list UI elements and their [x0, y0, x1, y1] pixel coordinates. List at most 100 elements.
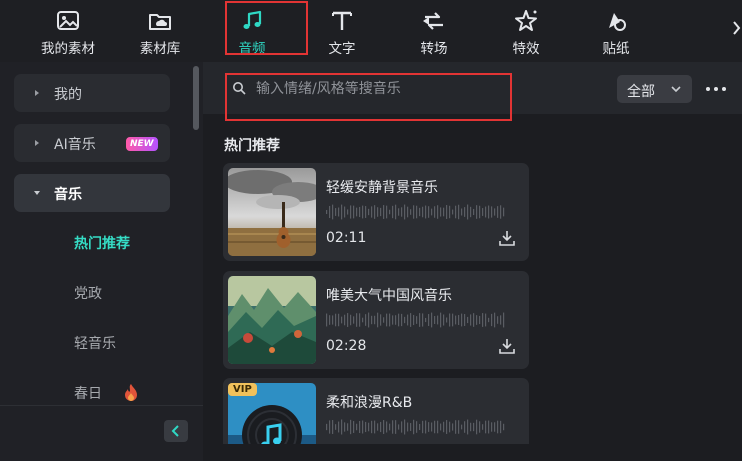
waveform-bar — [434, 420, 436, 434]
waveform-bar — [467, 316, 469, 324]
tab-my-assets[interactable]: 我的素材 — [28, 0, 108, 62]
waveform-bar — [464, 314, 466, 326]
waveform-bar — [461, 208, 463, 216]
track-duration: 02:11 — [326, 230, 367, 246]
waveform-bar — [416, 205, 418, 219]
waveform-bar — [416, 316, 418, 324]
tab-label: 转场 — [420, 41, 448, 57]
waveform-bar — [395, 420, 397, 434]
waveform-bar — [497, 206, 499, 218]
tab-library[interactable]: 素材库 — [120, 0, 200, 62]
tab-sticker[interactable]: 贴纸 — [576, 0, 656, 62]
waveform-bar — [470, 314, 472, 326]
waveform-bar — [353, 316, 355, 324]
waveform-bar — [404, 419, 406, 435]
waveform-bar — [380, 207, 382, 217]
waveform-bar — [332, 204, 334, 220]
sidebar-subitem-party[interactable]: 党政 — [74, 283, 102, 303]
waveform-bar — [422, 420, 424, 434]
waveform-bar — [419, 207, 421, 217]
waveform-bar — [410, 313, 412, 327]
track-title: 唯美大气中国风音乐 — [326, 288, 452, 304]
waveform-bar — [347, 423, 349, 431]
sidebar-subitem-spring[interactable]: 春日 — [74, 383, 102, 403]
new-badge: NEW — [126, 137, 158, 151]
waveform-bar — [395, 315, 397, 325]
waveform-bar — [473, 422, 475, 432]
waveform — [326, 204, 505, 220]
waveform-bar — [407, 206, 409, 218]
waveform-bar — [347, 209, 349, 215]
waveform-bar — [398, 313, 400, 327]
waveform-bar — [455, 205, 457, 219]
sidebar-scrollbar[interactable] — [193, 66, 199, 130]
waveform-bar — [344, 206, 346, 218]
collapse-sidebar-button[interactable] — [164, 420, 188, 442]
waveform-bar — [407, 314, 409, 326]
waveform-bar — [365, 314, 367, 326]
waveform-bar — [494, 312, 496, 328]
waveform-bar — [392, 420, 394, 434]
track-thumbnail — [228, 276, 316, 364]
chevron-left-icon — [171, 425, 179, 437]
waveform-bar — [359, 420, 361, 434]
sidebar-item-music[interactable]: 音乐 — [14, 174, 170, 212]
download-icon[interactable] — [498, 229, 516, 247]
waveform-bar — [470, 422, 472, 432]
waveform-bar — [404, 204, 406, 220]
waveform-bar — [461, 424, 463, 430]
waveform-bar — [371, 315, 373, 325]
waveform-bar — [389, 313, 391, 327]
filter-dropdown[interactable]: 全部 — [617, 75, 692, 103]
waveform-bar — [449, 421, 451, 433]
waveform-bar — [455, 315, 457, 325]
waveform-bar — [488, 420, 490, 434]
track-card[interactable]: 轻缓安静背景音乐 02:11 — [223, 163, 529, 261]
waveform-bar — [500, 315, 502, 325]
waveform-bar — [329, 315, 331, 325]
waveform-bar — [452, 423, 454, 431]
waveform-bar — [476, 419, 478, 435]
waveform-bar — [398, 424, 400, 430]
tab-audio[interactable]: 音频 — [212, 0, 292, 62]
waveform-bar — [503, 207, 505, 217]
download-icon[interactable] — [498, 337, 516, 355]
waveform-bar — [482, 424, 484, 430]
chevron-down-icon — [671, 86, 681, 93]
tab-effects[interactable]: 特效 — [486, 0, 566, 62]
waveform-bar — [428, 422, 430, 432]
waveform-bar — [359, 206, 361, 218]
transition-icon — [423, 12, 443, 30]
track-card[interactable]: 唯美大气中国风音乐 02:28 — [223, 271, 529, 369]
sidebar-item-mine[interactable]: 我的 — [14, 74, 170, 112]
sidebar-item-ai-music[interactable]: AI音乐 NEW — [14, 124, 170, 162]
track-title: 轻缓安静背景音乐 — [326, 180, 438, 196]
waveform-bar — [479, 421, 481, 433]
waveform-bar — [326, 423, 328, 431]
more-options-icon[interactable] — [704, 82, 728, 96]
waveform-bar — [365, 421, 367, 433]
tab-label: 文字 — [328, 41, 356, 57]
waveform-bar — [389, 423, 391, 431]
waveform-bar — [350, 419, 352, 435]
waveform-bar — [446, 420, 448, 434]
waveform-bar — [356, 423, 358, 431]
track-title: 柔和浪漫R&B — [326, 395, 413, 411]
tab-text[interactable]: 文字 — [302, 0, 382, 62]
waveform-bar — [386, 421, 388, 433]
waveform-bar — [431, 312, 433, 328]
waveform-bar — [359, 313, 361, 327]
waveform-bar — [491, 313, 493, 327]
sidebar-subitem-hot[interactable]: 热门推荐 — [74, 233, 130, 253]
chevron-right-icon[interactable] — [728, 16, 742, 40]
waveform-bar — [431, 208, 433, 216]
tab-transition[interactable]: 转场 — [394, 0, 474, 62]
sidebar-subitem-light[interactable]: 轻音乐 — [74, 333, 116, 353]
waveform-bar — [401, 421, 403, 433]
search-input[interactable] — [256, 78, 506, 100]
waveform-bar — [332, 315, 334, 325]
waveform-bar — [455, 420, 457, 434]
waveform-bar — [326, 313, 328, 327]
my-assets-icon — [57, 11, 79, 30]
waveform-bar — [362, 205, 364, 219]
